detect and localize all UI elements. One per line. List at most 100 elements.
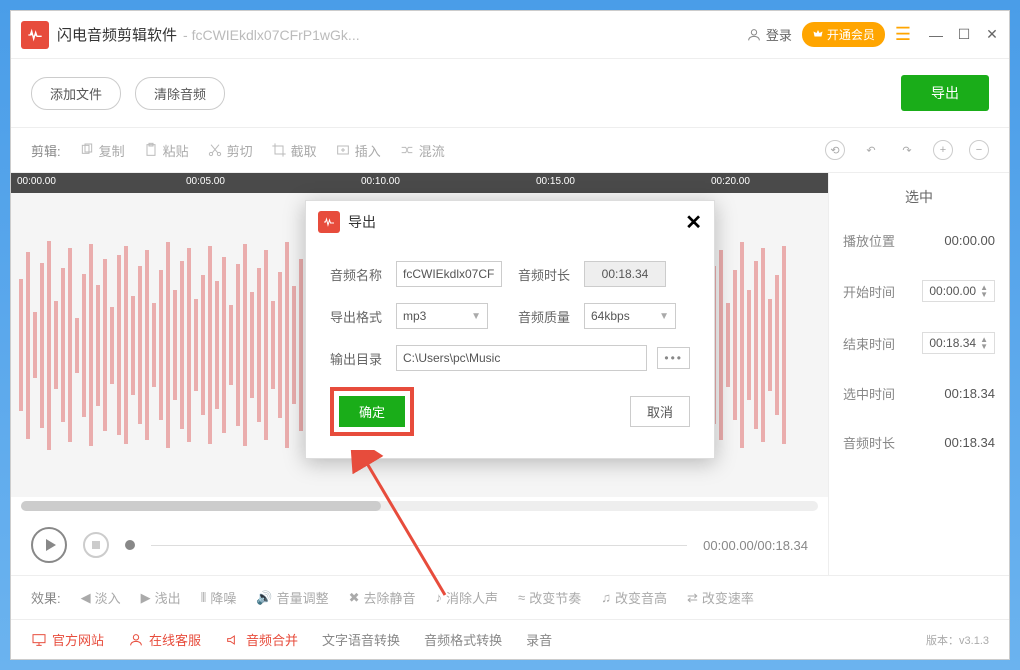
merge-link[interactable]: 音频合并 [225, 630, 298, 649]
tempo-icon: ≈ [518, 590, 525, 605]
cut-button[interactable]: 剪切 [207, 141, 253, 160]
user-icon [746, 27, 762, 43]
format-select[interactable]: mp3▼ [396, 303, 488, 329]
confirm-highlight: 确定 [330, 387, 414, 436]
mix-button[interactable]: 混流 [399, 141, 445, 160]
close-button[interactable]: ✕ [985, 28, 999, 42]
time-display: 00:00.00/00:18.34 [703, 538, 808, 553]
confirm-button[interactable]: 确定 [339, 396, 405, 427]
insert-button[interactable]: 插入 [335, 141, 381, 160]
stop-button[interactable] [83, 532, 109, 558]
audio-name-input[interactable] [396, 261, 502, 287]
quality-select[interactable]: 64kbps▼ [584, 303, 676, 329]
effects-toolbar: 效果: ◀淡入 ▶浅出 ⦀降噪 🔊音量调整 ✖去除静音 ♪消除人声 ≈改变节奏 … [11, 575, 1009, 619]
zoom-out-button[interactable]: − [969, 140, 989, 160]
effects-label: 效果: [31, 588, 61, 607]
megaphone-icon [225, 632, 241, 648]
clear-audio-button[interactable]: 清除音频 [135, 77, 225, 110]
name-label: 音频名称 [330, 265, 386, 284]
denoise-icon: ⦀ [201, 590, 207, 606]
silence-icon: ✖ [349, 590, 360, 606]
export-button[interactable]: 导出 [901, 75, 989, 111]
tts-link[interactable]: 文字语音转换 [322, 630, 400, 649]
edit-label: 剪辑: [31, 141, 61, 160]
info-sidebar: 选中 播放位置 00:00.00 开始时间 00:00.00▲▼ 结束时间 00… [829, 173, 1009, 575]
output-dir-input[interactable] [396, 345, 647, 371]
edit-toolbar: 剪辑: 复制 粘贴 剪切 截取 插入 混流 ⟲ ↶ ↷ + − [11, 127, 1009, 173]
bottom-bar: 官方网站 在线客服 音频合并 文字语音转换 音频格式转换 录音 版本：v3.1.… [11, 619, 1009, 659]
zoom-in-button[interactable]: + [933, 140, 953, 160]
duration-value: 00:18.34 [584, 261, 666, 287]
quality-label: 音频质量 [518, 307, 574, 326]
insert-icon [335, 142, 351, 158]
refresh-button[interactable]: ⟲ [825, 140, 845, 160]
chevron-down-icon: ▼ [471, 311, 481, 322]
login-button[interactable]: 登录 [746, 25, 792, 44]
dialog-close-button[interactable]: ✕ [685, 210, 702, 235]
selected-time-row: 选中时间 00:18.34 [843, 384, 995, 403]
fadeout-button[interactable]: ▶浅出 [141, 588, 181, 607]
end-time-row: 结束时间 00:18.34▲▼ [843, 332, 995, 354]
progress-track[interactable] [151, 545, 687, 546]
ruler-tick: 00:20.00 [711, 176, 750, 187]
play-position-row: 播放位置 00:00.00 [843, 231, 995, 250]
ruler-tick: 00:05.00 [186, 176, 225, 187]
start-time-row: 开始时间 00:00.00▲▼ [843, 280, 995, 302]
play-button[interactable] [31, 527, 67, 563]
monitor-icon [31, 632, 47, 648]
vocals-icon: ♪ [436, 590, 443, 605]
scissors-icon [207, 142, 223, 158]
speed-icon: ⇄ [687, 590, 698, 606]
maximize-button[interactable]: ☐ [957, 28, 971, 42]
file-toolbar: 添加文件 清除音频 导出 [11, 59, 1009, 127]
playback-controls: 00:00.00/00:18.34 [11, 515, 828, 575]
speed-button[interactable]: ⇄改变速率 [687, 588, 754, 607]
silence-button[interactable]: ✖去除静音 [349, 588, 416, 607]
cancel-button[interactable]: 取消 [630, 396, 690, 427]
format-label: 导出格式 [330, 307, 386, 326]
paste-button[interactable]: 粘贴 [143, 141, 189, 160]
mix-icon [399, 142, 415, 158]
headset-icon [128, 632, 144, 648]
duration-label: 音频时长 [518, 265, 574, 284]
record-link[interactable]: 录音 [526, 630, 552, 649]
pitch-button[interactable]: ♫改变音高 [601, 588, 667, 607]
menu-icon[interactable]: ☰ [895, 24, 911, 45]
time-ruler[interactable]: 00:00.00 00:05.00 00:10.00 00:15.00 00:2… [11, 173, 828, 193]
add-file-button[interactable]: 添加文件 [31, 77, 121, 110]
volume-icon: 🔊 [256, 590, 272, 606]
tempo-button[interactable]: ≈改变节奏 [518, 588, 581, 607]
pitch-icon: ♫ [601, 590, 611, 605]
ruler-tick: 00:10.00 [361, 176, 400, 187]
minimize-button[interactable]: — [929, 28, 943, 42]
app-logo-icon [21, 21, 49, 49]
app-title: 闪电音频剪辑软件 [57, 24, 177, 45]
sidebar-title: 选中 [843, 187, 995, 207]
ruler-tick: 00:00.00 [17, 176, 56, 187]
start-time-input[interactable]: 00:00.00▲▼ [922, 280, 995, 302]
stepper-icon[interactable]: ▲▼ [980, 284, 988, 298]
copy-button[interactable]: 复制 [79, 141, 125, 160]
scrollbar-thumb[interactable] [21, 501, 381, 511]
vip-button[interactable]: 开通会员 [802, 22, 885, 47]
stepper-icon[interactable]: ▲▼ [980, 336, 988, 350]
fadein-button[interactable]: ◀淡入 [81, 588, 121, 607]
dialog-header: 导出 ✕ [306, 201, 714, 243]
play-icon [46, 539, 56, 551]
redo-button[interactable]: ↷ [897, 140, 917, 160]
denoise-button[interactable]: ⦀降噪 [201, 588, 237, 607]
crop-button[interactable]: 截取 [271, 141, 317, 160]
website-link[interactable]: 官方网站 [31, 630, 104, 649]
stop-icon [92, 541, 100, 549]
browse-button[interactable]: ••• [657, 347, 690, 369]
fadein-icon: ◀ [81, 590, 91, 606]
fadeout-icon: ▶ [141, 590, 151, 606]
format-link[interactable]: 音频格式转换 [424, 630, 502, 649]
progress-handle[interactable] [125, 540, 135, 550]
undo-button[interactable]: ↶ [861, 140, 881, 160]
waveform-scrollbar[interactable] [21, 501, 818, 511]
volume-button[interactable]: 🔊音量调整 [256, 588, 328, 607]
vocals-button[interactable]: ♪消除人声 [436, 588, 499, 607]
support-link[interactable]: 在线客服 [128, 630, 201, 649]
end-time-input[interactable]: 00:18.34▲▼ [922, 332, 995, 354]
